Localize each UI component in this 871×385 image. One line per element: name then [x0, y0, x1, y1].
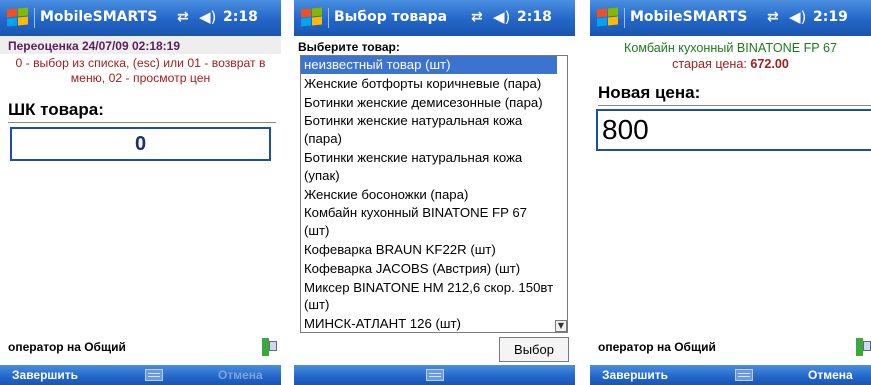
list-item[interactable]: Ботинки женские натуральная кожа (упак) — [301, 149, 557, 186]
cancel-softkey[interactable]: Отмена — [218, 368, 263, 382]
status-label: оператор на Общий — [598, 340, 716, 354]
volume-icon[interactable]: ◀) — [789, 8, 806, 26]
network-status-icon — [856, 338, 871, 356]
softkey-bar: Завершить Отмена — [0, 365, 281, 385]
volume-icon[interactable]: ◀) — [199, 8, 216, 26]
windows-logo-icon[interactable] — [300, 7, 324, 28]
list-item[interactable]: Комбайн кухонный BINATONE FP 67 (шт) — [301, 204, 557, 241]
old-price-value: 672.00 — [750, 57, 789, 71]
old-price-label: старая цена: — [672, 57, 747, 71]
product-list-items: неизвестный товар (шт) Женские ботфорты к… — [301, 56, 557, 332]
document-header: Переоценка 24/07/09 02:18:19 — [0, 36, 281, 54]
finish-softkey[interactable]: Завершить — [12, 368, 78, 382]
volume-icon[interactable]: ◀) — [493, 8, 510, 26]
title-separator — [624, 8, 625, 28]
connectivity-icon[interactable]: ⇄ — [471, 9, 483, 25]
divider — [598, 105, 871, 106]
product-list[interactable]: неизвестный товар (шт) Женские ботфорты к… — [300, 55, 568, 333]
select-prompt: Выберите товар: — [298, 40, 400, 54]
network-status-icon — [262, 338, 278, 356]
list-item[interactable]: неизвестный товар (шт) — [301, 56, 557, 75]
keyboard-icon[interactable] — [426, 369, 444, 381]
list-item[interactable]: Ботинки женские демисезонные (пара) — [301, 94, 557, 113]
screen-barcode-entry: MobileSMARTS ⇄ ◀) 2:18 Переоценка 24/07/… — [0, 0, 281, 385]
clock[interactable]: 2:18 — [223, 9, 258, 25]
divider — [8, 122, 276, 123]
connectivity-icon[interactable]: ⇄ — [767, 9, 779, 25]
cancel-softkey[interactable]: Отмена — [808, 368, 853, 382]
title-bar: MobileSMARTS ⇄ ◀) 2:19 — [590, 0, 871, 36]
finish-softkey[interactable]: Завершить — [602, 368, 668, 382]
list-item[interactable]: Женские ботфорты коричневые (пара) — [301, 75, 557, 94]
list-item[interactable]: Кофеварка BRAUN KF22R (шт) — [301, 241, 557, 260]
title-bar: MobileSMARTS ⇄ ◀) 2:18 — [0, 0, 281, 36]
softkey-bar — [294, 365, 575, 385]
windows-logo-icon[interactable] — [6, 7, 30, 28]
screen-new-price: MobileSMARTS ⇄ ◀) 2:19 Комбайн кухонный … — [590, 0, 871, 385]
product-name: Комбайн кухонный BINATONE FP 67 — [624, 41, 837, 55]
new-price-label: Новая цена: — [598, 83, 701, 102]
scroll-down-icon[interactable]: ▼ — [555, 320, 567, 332]
windows-logo-icon[interactable] — [596, 7, 620, 28]
title-bar: Выбор товара ⇄ ◀) 2:18 — [294, 0, 575, 36]
list-item[interactable]: МИНСК-АТЛАНТ 126 (шт) — [301, 315, 557, 332]
hint-text: 0 - выбор из списка, (esc) или 01 - возв… — [15, 56, 266, 85]
title-separator — [328, 8, 329, 28]
list-item[interactable]: Миксер BINATONE HM 212,6 скор. 150вт (шт… — [301, 279, 557, 316]
keyboard-icon[interactable] — [145, 369, 163, 381]
app-title: Выбор товара — [334, 9, 448, 25]
keyboard-icon[interactable] — [735, 369, 753, 381]
screen-product-select: Выбор товара ⇄ ◀) 2:18 Выберите товар: н… — [294, 0, 575, 385]
barcode-label: ШК товара: — [8, 100, 104, 119]
new-price-input[interactable]: 800 — [596, 109, 871, 151]
list-item[interactable]: Женские босоножки (пара) — [301, 186, 557, 205]
list-item[interactable]: Ботинки женские натуральная кожа (пара) — [301, 112, 557, 149]
softkey-bar: Завершить Отмена — [590, 365, 871, 385]
clock[interactable]: 2:19 — [813, 9, 848, 25]
status-label: оператор на Общий — [8, 340, 126, 354]
title-separator — [34, 8, 35, 28]
select-button[interactable]: Выбор — [499, 337, 569, 362]
connectivity-icon[interactable]: ⇄ — [177, 9, 189, 25]
app-title: MobileSMARTS — [40, 9, 158, 25]
clock[interactable]: 2:18 — [517, 9, 552, 25]
old-price: старая цена: 672.00 — [590, 57, 871, 71]
list-item[interactable]: Кофеварка JACOBS (Австрия) (шт) — [301, 260, 557, 279]
barcode-input[interactable]: 0 — [10, 127, 271, 161]
app-title: MobileSMARTS — [630, 9, 748, 25]
